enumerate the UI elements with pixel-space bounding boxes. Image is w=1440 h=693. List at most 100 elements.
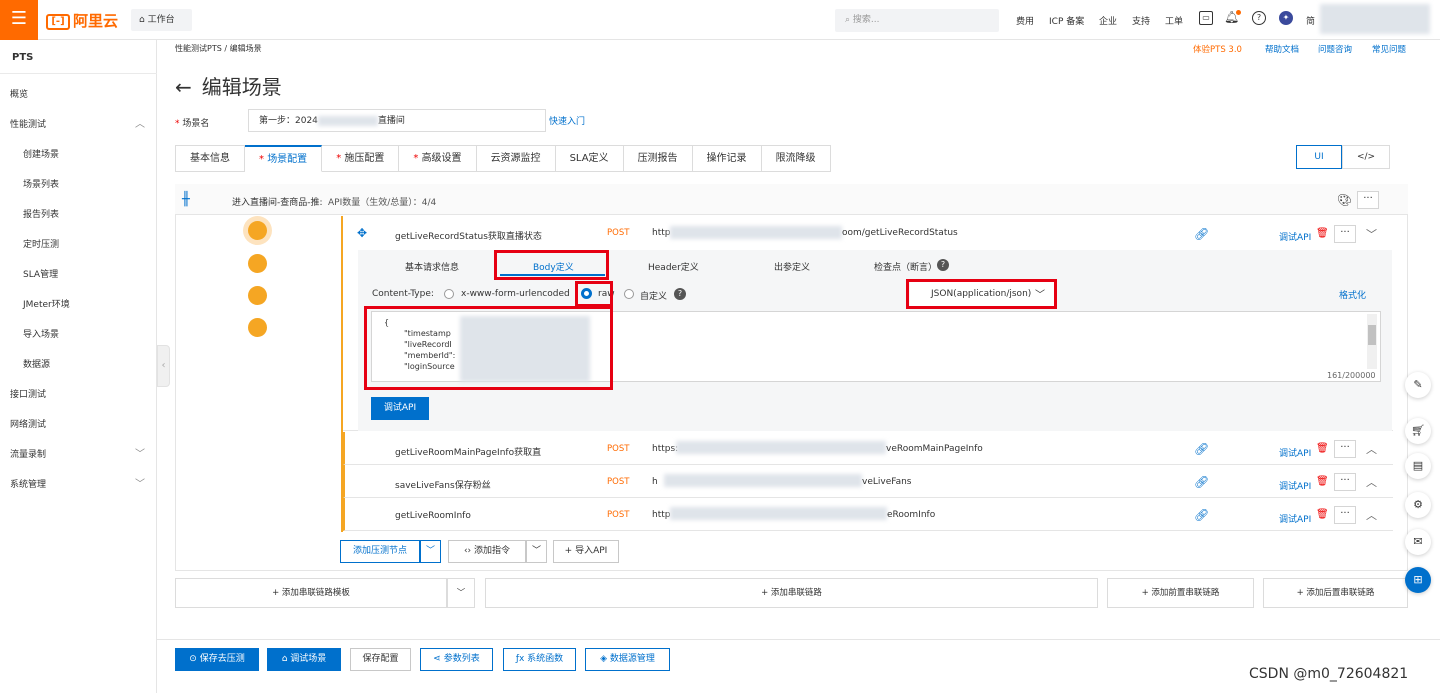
ui-view-button[interactable]: UI <box>1296 145 1342 169</box>
debug-api-link[interactable]: 调试API <box>1279 230 1311 243</box>
datasource-button[interactable]: ◈ 数据源管理 <box>585 648 670 671</box>
tab-sla[interactable]: SLA定义 <box>555 145 624 172</box>
scene-name-input[interactable]: 第一步：2024 直播间 <box>248 109 546 132</box>
add-command-button[interactable]: ‹› 添加指令 <box>448 540 526 563</box>
sidebar-item-datasource[interactable]: 数据源 <box>23 357 50 370</box>
help-icon[interactable]: ? <box>1252 11 1266 25</box>
format-link[interactable]: 格式化 <box>1339 288 1366 301</box>
subtab-header[interactable]: Header定义 <box>648 260 699 273</box>
cart-icon[interactable]: 🛒︎ <box>1405 418 1431 444</box>
more-icon[interactable]: ··· <box>1334 440 1356 458</box>
tab-cloud-monitor[interactable]: 云资源监控 <box>476 145 556 172</box>
import-api-button[interactable]: + 导入API <box>553 540 619 563</box>
chevron-down-icon[interactable]: ﹀ <box>420 540 441 563</box>
palette-icon[interactable]: 🎨︎ <box>1337 193 1352 207</box>
chevron-up-icon[interactable]: ︿ <box>1366 507 1377 523</box>
delete-icon[interactable]: 🗑︎ <box>1316 443 1329 454</box>
more-icon[interactable]: ··· <box>1334 225 1356 243</box>
sidebar-item-create-scene[interactable]: 创建场景 <box>23 147 59 160</box>
sidebar-item-scheduled[interactable]: 定时压测 <box>23 237 59 250</box>
debug-api-link[interactable]: 调试API <box>1279 479 1311 492</box>
add-pre-chain-button[interactable]: + 添加前置串联链路 <box>1107 578 1254 608</box>
sidebar-item-report-list[interactable]: 报告列表 <box>23 207 59 220</box>
subtab-assertion[interactable]: 检查点（断言） <box>874 260 937 273</box>
code-view-button[interactable]: </> <box>1342 145 1390 169</box>
chat-icon[interactable]: ✉ <box>1405 529 1431 555</box>
node-dot[interactable] <box>248 286 267 305</box>
search-input[interactable]: ⌕ 搜索... <box>835 9 999 32</box>
node-dot[interactable] <box>248 254 267 273</box>
tab-basic-info[interactable]: 基本信息 <box>175 145 245 172</box>
link-icon[interactable]: 🔗︎ <box>1194 442 1209 456</box>
tab-report[interactable]: 压测报告 <box>623 145 693 172</box>
user-name[interactable]: 简 <box>1306 14 1315 27</box>
chevron-up-icon[interactable]: ︿ <box>1366 441 1377 457</box>
option-urlencoded[interactable]: x-www-form-urlencoded <box>461 289 570 299</box>
menu-icon[interactable]: ☰ <box>0 0 38 40</box>
document-icon[interactable]: ▤ <box>1405 453 1431 479</box>
sidebar-item-import[interactable]: 导入场景 <box>23 327 59 340</box>
sidebar-item-traffic[interactable]: 流量录制 <box>10 447 46 460</box>
logo[interactable]: [-] 阿里云 <box>46 10 118 31</box>
tab-rate-limit[interactable]: 限流降级 <box>761 145 831 172</box>
link-icon[interactable]: 🔗︎ <box>1194 508 1209 522</box>
help-icon[interactable]: ? <box>937 259 949 271</box>
chevron-down-icon[interactable]: ﹀ <box>135 445 145 460</box>
api-name[interactable]: getLiveRoomInfo <box>395 511 471 521</box>
drag-icon[interactable]: ✥ <box>357 226 367 240</box>
sidebar-item-perf-test[interactable]: 性能测试 <box>10 117 46 130</box>
sidebar-item-jmeter[interactable]: JMeter环境 <box>23 297 70 310</box>
add-node-button[interactable]: 添加压测节点 <box>340 540 420 563</box>
sidebar-item-system[interactable]: 系统管理 <box>10 477 46 490</box>
debug-api-link[interactable]: 调试API <box>1279 512 1311 525</box>
save-config-button[interactable]: 保存配置 <box>350 648 411 671</box>
api-name[interactable]: saveLiveFans保存粉丝 <box>395 478 491 491</box>
collapse-sidebar-button[interactable]: ‹ <box>157 345 170 387</box>
sidebar-item-overview[interactable]: 概览 <box>10 87 28 100</box>
nav-link-enterprise[interactable]: 企业 <box>1099 14 1117 27</box>
debug-api-button[interactable]: 调试API <box>371 397 429 420</box>
assistant-icon[interactable]: ✦ <box>1279 11 1293 25</box>
delete-icon[interactable]: 🗑︎ <box>1316 228 1329 239</box>
more-icon[interactable]: ··· <box>1334 473 1356 491</box>
chevron-down-icon[interactable]: ﹀ <box>447 578 475 608</box>
radio-custom[interactable] <box>624 289 634 299</box>
api-name[interactable]: getLiveRecordStatus获取直播状态 <box>395 229 542 242</box>
add-chain-button[interactable]: + 添加串联链路 <box>485 578 1098 608</box>
pts3-link[interactable]: 体验PTS 3.0 <box>1193 43 1242 55</box>
tab-load-config[interactable]: * 施压配置 <box>322 145 400 172</box>
option-custom[interactable]: 自定义 <box>640 289 667 302</box>
save-and-test-button[interactable]: ⊙ 保存去压测 <box>175 648 259 671</box>
tab-advanced[interactable]: * 高级设置 <box>399 145 477 172</box>
link-icon[interactable]: 🔗︎ <box>1194 475 1209 489</box>
debug-scene-button[interactable]: ⌂ 调试场景 <box>267 648 341 671</box>
api-name[interactable]: getLiveRoomMainPageInfo获取直 <box>395 445 541 458</box>
edit-icon[interactable]: ✎ <box>1405 372 1431 398</box>
tab-scene-config[interactable]: * 场景配置 <box>245 145 323 172</box>
nav-link-billing[interactable]: 费用 <box>1016 14 1034 27</box>
workspace-button[interactable]: ⌂ 工作台 <box>131 9 192 31</box>
sidebar-item-scene-list[interactable]: 场景列表 <box>23 177 59 190</box>
subtab-basic[interactable]: 基本请求信息 <box>405 260 459 273</box>
radio-urlencoded[interactable] <box>444 289 454 299</box>
gear-icon[interactable]: ⚙ <box>1405 492 1431 518</box>
more-icon[interactable]: ··· <box>1334 506 1356 524</box>
more-icon[interactable]: ··· <box>1357 191 1379 209</box>
help-docs-link[interactable]: 帮助文档 <box>1265 43 1299 55</box>
chevron-down-icon[interactable]: ﹀ <box>1366 226 1377 242</box>
debug-api-link[interactable]: 调试API <box>1279 446 1311 459</box>
breadcrumb-root[interactable]: 性能测试PTS <box>175 44 222 53</box>
apps-icon[interactable]: ⊞ <box>1405 567 1431 593</box>
sidebar-item-network-test[interactable]: 网络测试 <box>10 417 46 430</box>
delete-icon[interactable]: 🗑︎ <box>1316 476 1329 487</box>
add-post-chain-button[interactable]: + 添加后置串联链路 <box>1263 578 1408 608</box>
nav-link-support[interactable]: 支持 <box>1132 14 1150 27</box>
node-dot[interactable] <box>248 221 267 240</box>
sidebar-item-api-test[interactable]: 接口测试 <box>10 387 46 400</box>
consult-link[interactable]: 问题咨询 <box>1318 43 1352 55</box>
scrollbar-thumb[interactable] <box>1368 325 1376 345</box>
tab-operation-log[interactable]: 操作记录 <box>692 145 762 172</box>
message-icon[interactable]: ▭ <box>1199 11 1213 25</box>
param-list-button[interactable]: ⋖ 参数列表 <box>420 648 493 671</box>
chevron-down-icon[interactable]: ﹀ <box>526 540 547 563</box>
